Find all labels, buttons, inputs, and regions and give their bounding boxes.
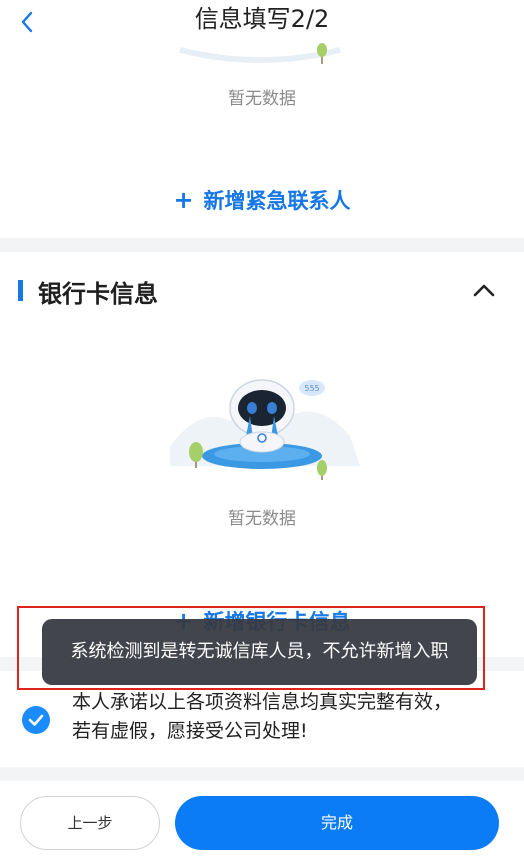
promise-line-1: 本人承诺以上各项资料信息均真实完整有效， (72, 691, 453, 713)
crying-robot-illustration: 555 (170, 379, 360, 480)
speech-bubble-text: 555 (304, 384, 319, 393)
empty-text: 暂无数据 (228, 509, 296, 529)
add-emergency-contact-label: 新增紧急联系人 (203, 189, 351, 213)
check-icon (28, 714, 44, 726)
chevron-left-icon (21, 11, 33, 33)
empty-illustration-partial (179, 43, 341, 64)
agree-checkbox[interactable] (22, 706, 50, 734)
promise-text: 本人承诺以上各项资料信息均真实完整有效， 若有虚假，愿接受公司处理! (72, 688, 512, 746)
complete-button[interactable]: 完成 (175, 796, 499, 850)
previous-step-button[interactable]: 上一步 (20, 796, 160, 850)
section-title: 银行卡信息 (38, 280, 158, 308)
promise-line-2: 若有虚假，愿接受公司处理! (72, 720, 308, 742)
highlight-box (17, 606, 485, 690)
empty-text: 暂无数据 (228, 89, 296, 109)
chevron-up-icon (473, 284, 495, 297)
page-title: 信息填写2/2 (194, 5, 330, 33)
section-accent-bar (18, 280, 23, 301)
back-button[interactable] (14, 8, 42, 36)
plus-icon: + (173, 186, 194, 214)
collapse-button[interactable] (470, 276, 498, 304)
add-emergency-contact-button[interactable]: + 新增紧急联系人 (0, 185, 524, 215)
